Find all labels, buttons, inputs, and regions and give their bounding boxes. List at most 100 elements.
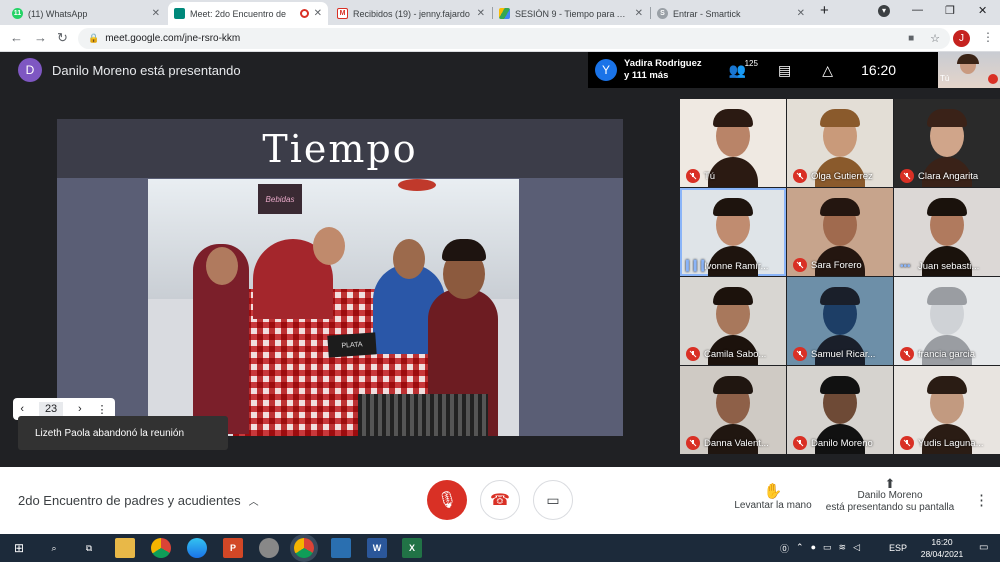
camera-icon[interactable]: ■: [908, 33, 914, 44]
close-window-button[interactable]: ✕: [978, 4, 987, 17]
hair-shape: [927, 376, 967, 394]
slide-more-icon[interactable]: ⋮: [97, 403, 108, 416]
featured-more: y 111 más: [624, 70, 669, 81]
participant-tile[interactable]: Danilo Moreno: [787, 366, 893, 454]
powerpoint-icon[interactable]: P: [223, 538, 243, 558]
more-options-icon[interactable]: ⋮: [974, 491, 989, 509]
close-icon[interactable]: ✕: [635, 8, 643, 19]
file-explorer-icon[interactable]: [115, 538, 135, 558]
photo-sign: Bebidas: [258, 184, 302, 214]
chat-icon[interactable]: ▤: [778, 62, 791, 79]
mic-off-icon: [686, 436, 700, 450]
presenting-button[interactable]: ⬆ Danilo Moreno está presentando su pant…: [822, 477, 958, 514]
participant-tile[interactable]: Yudis Laguna...: [894, 366, 1000, 454]
gmail-icon: M: [337, 8, 348, 19]
slide-number[interactable]: 23: [38, 402, 64, 416]
windows-start-icon[interactable]: ⊞: [9, 538, 29, 558]
participant-name: Olga Gutierrez: [811, 170, 873, 182]
close-icon[interactable]: ✕: [797, 8, 805, 19]
profile-avatar[interactable]: J: [953, 30, 970, 47]
task-view-icon[interactable]: ⧉: [79, 538, 99, 558]
participant-tile[interactable]: francia garcia: [894, 277, 1000, 365]
close-icon[interactable]: ✕: [477, 8, 485, 19]
raise-hand-button[interactable]: ✋ Levantar la mano: [728, 482, 818, 511]
minimize-button[interactable]: —: [912, 4, 923, 16]
mic-off-icon: [988, 74, 998, 84]
tab-meet[interactable]: Meet: 2do Encuentro de ✕: [168, 2, 328, 25]
microphone-tray-icon[interactable]: ●: [811, 542, 816, 555]
network-icon[interactable]: ▭: [823, 542, 832, 555]
maximize-button[interactable]: ❐: [945, 4, 955, 17]
prev-slide-icon[interactable]: ‹: [20, 403, 24, 415]
hair-shape: [927, 198, 967, 216]
address-bar[interactable]: 🔒 meet.google.com/jne-rsro-kkm ■ ☆: [78, 28, 950, 49]
meeting-details-button[interactable]: 2do Encuentro de padres y acudientes ︿: [18, 493, 259, 508]
taskbar-clock[interactable]: 16:20 28/04/2021: [917, 536, 967, 560]
participant-tile[interactable]: Samuel Ricar...: [787, 277, 893, 365]
participant-name-row: Danilo Moreno: [787, 436, 893, 450]
hair-shape: [713, 287, 753, 305]
participant-name: Samuel Ricar...: [811, 348, 876, 360]
tab-smartick[interactable]: S Entrar - Smartick ✕: [651, 2, 811, 25]
slide-photo: Bebidas PLATA: [148, 179, 519, 436]
participant-tile[interactable]: Tú: [680, 99, 786, 187]
language-indicator[interactable]: ESP: [889, 543, 907, 553]
presenting-line1: Danilo Moreno: [857, 490, 923, 501]
reload-icon[interactable]: ↻: [57, 30, 68, 46]
next-slide-icon[interactable]: ›: [78, 403, 82, 415]
leave-call-button[interactable]: ☎: [480, 480, 520, 520]
toast-notification: Lizeth Paola abandonó la reunión: [18, 416, 228, 450]
participant-tile[interactable]: Camila Sabo...: [680, 277, 786, 365]
excel-icon[interactable]: X: [402, 538, 422, 558]
photos-icon[interactable]: [331, 538, 351, 558]
featured-avatar: Y: [595, 59, 617, 81]
mic-toggle-button[interactable]: 🎙: [427, 480, 467, 520]
url-text: meet.google.com/jne-rsro-kkm: [105, 33, 241, 44]
people-tray-icon[interactable]: ⓪: [780, 542, 789, 555]
menu-kebab-icon[interactable]: ⋮: [982, 30, 994, 44]
participant-tile[interactable]: Olga Gutierrez: [787, 99, 893, 187]
activities-icon[interactable]: △: [822, 62, 833, 79]
new-tab-button[interactable]: +: [820, 2, 829, 19]
girl-face: [206, 247, 238, 285]
people-icon: 👥: [728, 61, 747, 78]
volume-icon[interactable]: ◁: [853, 542, 860, 555]
hair-shape: [820, 198, 860, 216]
meet-top-controls: Y Yadira Rodriguez y 111 más 👥 125 ▤ △ 1…: [588, 52, 938, 88]
participant-name-row: Tú: [680, 169, 786, 183]
edge-icon[interactable]: [187, 538, 207, 558]
word-icon[interactable]: W: [367, 538, 387, 558]
participant-name: Juan sebasti...: [918, 261, 980, 272]
search-icon[interactable]: ⌕: [44, 538, 64, 558]
chrome-icon[interactable]: [151, 538, 171, 558]
participant-name-row: ▍▍▍ Ivonne Ramír...: [680, 261, 786, 272]
self-label: Tú: [940, 74, 950, 83]
tab-gmail[interactable]: M Recibidos (19) - jenny.fajardo ✕: [331, 2, 491, 25]
table-card: PLATA: [327, 332, 377, 358]
tab-drive[interactable]: SESIÓN 9 - Tiempo para Apre ✕: [493, 2, 649, 25]
participant-name-row: Olga Gutierrez: [787, 169, 893, 183]
whatsapp-icon: 11: [12, 8, 23, 19]
camera-toggle-button[interactable]: ▭: [533, 480, 573, 520]
participant-tile[interactable]: ••• Juan sebasti...: [894, 188, 1000, 276]
tab-search-icon[interactable]: ▾: [878, 5, 890, 17]
bookmark-star-icon[interactable]: ☆: [930, 32, 940, 45]
mic-off-icon: [900, 169, 914, 183]
chrome-active-icon[interactable]: [294, 538, 314, 558]
notifications-icon[interactable]: ▭: [979, 542, 988, 553]
self-view-thumbnail[interactable]: Tú: [938, 52, 1000, 88]
wifi-icon[interactable]: ≋: [839, 542, 847, 555]
back-icon[interactable]: ←: [10, 30, 23, 45]
participant-tile[interactable]: Clara Angarita: [894, 99, 1000, 187]
presenter-banner: D Danilo Moreno está presentando: [18, 58, 241, 82]
forward-icon[interactable]: →: [34, 30, 47, 45]
participant-tile[interactable]: Danna Valent...: [680, 366, 786, 454]
tab-whatsapp[interactable]: 11 (11) WhatsApp ✕: [6, 2, 166, 25]
close-icon[interactable]: ✕: [314, 8, 322, 19]
participant-tile[interactable]: ▍▍▍ Ivonne Ramír...: [680, 188, 786, 276]
app-icon[interactable]: [259, 538, 279, 558]
chevron-up-icon[interactable]: ⌃: [796, 542, 804, 555]
participant-tile[interactable]: Sara Forero: [787, 188, 893, 276]
participants-button[interactable]: 👥 125: [728, 59, 758, 79]
close-icon[interactable]: ✕: [152, 8, 160, 19]
